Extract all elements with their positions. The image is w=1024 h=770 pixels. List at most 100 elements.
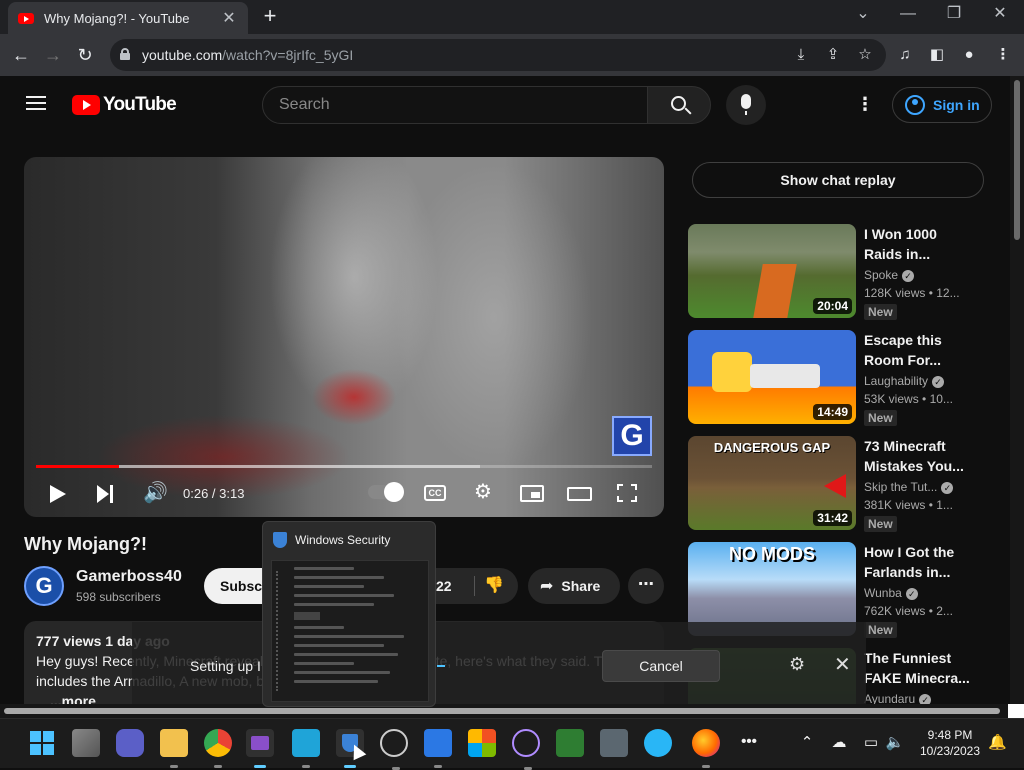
- volume-icon[interactable]: 🔊: [143, 483, 168, 503]
- clock-date: 10/23/2023: [919, 744, 981, 758]
- notification-close-icon[interactable]: ✕: [834, 652, 851, 677]
- obs-icon[interactable]: [380, 729, 408, 770]
- recommendation-title[interactable]: I Won 1000 Raids in...: [864, 224, 974, 264]
- channel-avatar[interactable]: G: [24, 566, 64, 606]
- channel-label: Spoke: [864, 268, 899, 282]
- voice-search-button[interactable]: [726, 85, 766, 125]
- recommendation-thumbnail[interactable]: 20:04: [688, 224, 856, 318]
- recommendation-thumbnail[interactable]: 14:49: [688, 330, 856, 424]
- player-settings-icon[interactable]: ⚙: [474, 482, 492, 502]
- like-count[interactable]: 22: [436, 578, 452, 594]
- search-button[interactable]: [647, 86, 711, 124]
- autoplay-toggle[interactable]: [368, 482, 404, 502]
- calculator-icon[interactable]: [600, 729, 628, 757]
- preview-thumbnail[interactable]: [271, 560, 429, 702]
- dislike-icon[interactable]: 👎: [484, 575, 504, 595]
- windows-security-preview[interactable]: Windows Security: [262, 521, 436, 707]
- views-label: 381K views: [864, 498, 926, 512]
- bookmark-star-icon[interactable]: ☆: [854, 44, 876, 66]
- youtube-logo[interactable]: YouTube: [72, 94, 177, 116]
- more-actions-button[interactable]: ⋯: [628, 568, 664, 604]
- chrome-icon[interactable]: [204, 729, 232, 768]
- play-icon[interactable]: [50, 485, 66, 503]
- lock-icon[interactable]: [120, 48, 130, 60]
- address-bar[interactable]: youtube.com/watch?v=8jrIfc_5yGI ⤓ ⇪ ☆: [110, 39, 886, 71]
- video-player[interactable]: G 🔊 0:26 / 3:13 CC ⚙: [24, 157, 664, 517]
- tab-title: Why Mojang?! - YouTube: [44, 10, 190, 26]
- horizontal-scrollbar[interactable]: [0, 704, 1010, 718]
- channel-watermark[interactable]: G: [612, 416, 652, 456]
- notification-settings-icon[interactable]: ⚙: [789, 654, 805, 675]
- keyboard-app-icon[interactable]: [292, 729, 320, 768]
- notification-bell-icon[interactable]: 🔔: [988, 733, 1007, 751]
- share-button[interactable]: ➦ Share: [528, 568, 620, 604]
- recommendation-title[interactable]: The Funniest FAKE Minecra...: [864, 648, 974, 688]
- system-clock[interactable]: 9:48 PM 10/23/2023: [918, 727, 982, 759]
- vertical-scrollbar[interactable]: [1010, 76, 1024, 718]
- channel-name[interactable]: Gamerboss40: [76, 568, 182, 586]
- miniplayer-icon[interactable]: [520, 485, 544, 502]
- onedrive-icon[interactable]: ☁: [828, 733, 850, 751]
- forward-arrow-icon[interactable]: →: [40, 42, 66, 68]
- clipchamp-icon[interactable]: [246, 729, 274, 768]
- scrollbar-thumb[interactable]: [1014, 80, 1020, 240]
- recommendation-thumbnail[interactable]: DANGEROUS GAP 31:42: [688, 436, 856, 530]
- new-badge: New: [864, 622, 897, 638]
- media-app-icon[interactable]: [424, 729, 452, 768]
- file-explorer-icon[interactable]: [160, 729, 188, 768]
- minimize-icon[interactable]: —: [890, 4, 926, 26]
- recommendation-title[interactable]: How I Got the Farlands in...: [864, 542, 974, 582]
- show-chat-replay-button[interactable]: Show chat replay: [692, 162, 984, 198]
- scrollbar-thumb[interactable]: [4, 708, 1000, 714]
- new-badge: New: [864, 516, 897, 532]
- recommendation-item[interactable]: 14:49 Escape this Room For... Laughabili…: [688, 330, 988, 426]
- chat-icon[interactable]: [116, 729, 144, 757]
- verified-check-icon: ✓: [941, 482, 954, 494]
- share-arrow-icon: ➦: [540, 578, 554, 595]
- recommendation-item[interactable]: DANGEROUS GAP 31:42 73 Minecraft Mistake…: [688, 436, 988, 532]
- tab-close-icon[interactable]: ✕: [220, 8, 238, 28]
- recommendation-title[interactable]: Escape this Room For...: [864, 330, 974, 370]
- microsoft-store-icon[interactable]: [468, 729, 496, 757]
- speaker-icon[interactable]: 🔈: [884, 733, 906, 751]
- fullscreen-icon[interactable]: [617, 484, 637, 502]
- chrome-menu-icon[interactable]: ⋮: [992, 44, 1014, 66]
- media-player-icon[interactable]: [512, 729, 540, 770]
- progress-bar[interactable]: [36, 465, 652, 468]
- sign-in-button[interactable]: Sign in: [892, 87, 992, 123]
- cancel-button[interactable]: Cancel: [602, 650, 720, 682]
- install-app-icon[interactable]: ⤓: [790, 44, 812, 66]
- network-icon[interactable]: ▭: [860, 733, 882, 751]
- search-input[interactable]: [263, 87, 647, 123]
- account-icon: [905, 95, 925, 115]
- share-page-icon[interactable]: ⇪: [822, 44, 844, 66]
- window-close-icon[interactable]: ✕: [982, 4, 1018, 26]
- url-text[interactable]: youtube.com/watch?v=8jrIfc_5yGI: [142, 47, 353, 63]
- restore-icon[interactable]: ❐: [936, 4, 972, 26]
- youtube-logo-text: YouTube: [103, 94, 177, 115]
- start-menu-icon[interactable]: [28, 729, 56, 757]
- solitaire-icon[interactable]: [556, 729, 584, 757]
- settings-menu-icon[interactable]: ⋮: [856, 94, 874, 116]
- firefox-icon[interactable]: [692, 729, 720, 768]
- media-control-icon[interactable]: ♫: [894, 44, 916, 66]
- back-arrow-icon[interactable]: ←: [8, 42, 34, 68]
- side-panel-icon[interactable]: ◧: [926, 44, 948, 66]
- recommendation-title[interactable]: 73 Minecraft Mistakes You...: [864, 436, 974, 476]
- recommendation-item[interactable]: 20:04 I Won 1000 Raids in... Spoke ✓ 128K…: [688, 224, 988, 320]
- age-label: 2...: [936, 604, 953, 618]
- captions-icon[interactable]: CC: [424, 485, 446, 501]
- tab-search-icon[interactable]: ⌄: [845, 4, 881, 26]
- search-box[interactable]: [262, 86, 648, 124]
- next-video-icon[interactable]: [97, 485, 115, 503]
- more-apps-icon[interactable]: •••: [738, 733, 760, 750]
- hamburger-menu-icon[interactable]: [26, 96, 46, 110]
- theater-mode-icon[interactable]: [567, 487, 592, 501]
- browser-globe-icon[interactable]: [644, 729, 672, 757]
- profile-icon[interactable]: ●: [958, 44, 980, 66]
- show-hidden-icons-icon[interactable]: ⌃: [796, 733, 818, 751]
- reload-icon[interactable]: ↻: [72, 42, 98, 68]
- browser-tab-youtube[interactable]: Why Mojang?! - YouTube ✕: [8, 2, 248, 34]
- new-tab-button[interactable]: +: [256, 4, 284, 30]
- task-view-icon[interactable]: [72, 729, 100, 757]
